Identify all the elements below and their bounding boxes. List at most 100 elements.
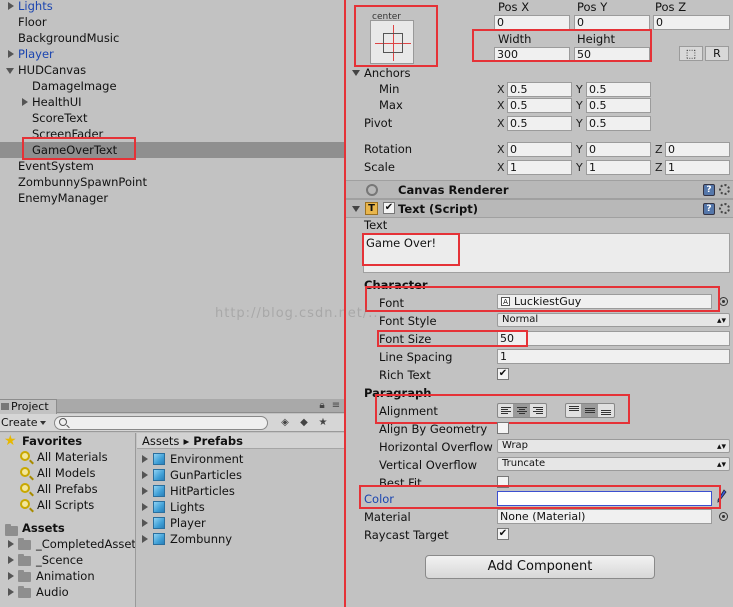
gear-icon[interactable] — [719, 184, 730, 195]
prefab-item[interactable]: Environment — [170, 451, 243, 467]
assets-folder-item[interactable]: _Scence — [36, 552, 83, 568]
best-fit-checkbox[interactable] — [497, 476, 509, 488]
favorites-item[interactable]: All Materials — [37, 449, 108, 465]
add-component-button[interactable]: Add Component — [425, 555, 655, 579]
breadcrumb-root[interactable]: Assets — [142, 434, 179, 448]
pos-x-field[interactable]: 0 — [494, 15, 570, 30]
anchor-presets-button[interactable]: center — [350, 10, 432, 64]
text-value-textarea[interactable]: Game Over! — [363, 233, 730, 273]
scale-x-field[interactable]: 1 — [507, 160, 572, 175]
expand-arrow-right-icon[interactable] — [8, 588, 14, 596]
hierarchy-item[interactable]: HealthUI — [0, 94, 345, 110]
font-object-field[interactable]: A LuckiestGuy — [497, 294, 712, 309]
gear-icon[interactable] — [719, 203, 730, 214]
expand-arrow-right-icon[interactable] — [142, 519, 148, 527]
expand-arrow-right-icon[interactable] — [8, 50, 14, 58]
expand-arrow-right-icon[interactable] — [22, 98, 28, 106]
expand-arrow-right-icon[interactable] — [8, 572, 14, 580]
prefab-item[interactable]: HitParticles — [170, 483, 235, 499]
material-object-field[interactable]: None (Material) — [497, 509, 712, 524]
favorites-header[interactable]: Favorites — [22, 433, 82, 449]
anchor-max-x-field[interactable]: 0.5 — [507, 98, 572, 113]
rotation-y-field[interactable]: 0 — [586, 142, 651, 157]
line-spacing-field[interactable]: 1 — [497, 349, 730, 364]
hierarchy-item[interactable]: Lights — [0, 0, 345, 14]
expand-arrow-down-icon[interactable] — [6, 68, 14, 74]
raycast-target-checkbox[interactable]: ✔ — [497, 528, 509, 540]
expand-arrow-right-icon[interactable] — [142, 455, 148, 463]
expand-arrow-right-icon[interactable] — [142, 471, 148, 479]
assets-folder-item[interactable]: Animation — [36, 568, 95, 584]
hierarchy-item[interactable]: ScreenFader — [0, 126, 345, 142]
expand-arrow-right-icon[interactable] — [8, 540, 14, 548]
width-field[interactable]: 300 — [494, 47, 570, 62]
lock-icon[interactable]: 🔒︎ — [315, 400, 329, 412]
hierarchy-item[interactable]: EnemyManager — [0, 190, 345, 206]
expand-arrow-right-icon[interactable] — [8, 2, 14, 10]
color-swatch-field[interactable] — [497, 491, 712, 506]
pos-z-field[interactable]: 0 — [653, 15, 730, 30]
hierarchy-item[interactable]: ZombunnySpawnPoint — [0, 174, 345, 190]
expand-arrow-right-icon[interactable] — [142, 503, 148, 511]
rotation-x-field[interactable]: 0 — [507, 142, 572, 157]
font-size-field[interactable]: 50 — [497, 331, 730, 346]
anchor-max-y-field[interactable]: 0.5 — [586, 98, 651, 113]
favorite-star-icon[interactable]: ★ — [316, 417, 330, 429]
favorites-item[interactable]: All Prefabs — [37, 481, 98, 497]
scale-z-field[interactable]: 1 — [665, 160, 730, 175]
align-right-button[interactable] — [530, 404, 546, 417]
favorites-item[interactable]: All Scripts — [37, 497, 94, 513]
filter-by-type-icon[interactable]: ◈ — [278, 417, 292, 429]
help-icon[interactable]: ? — [703, 184, 715, 196]
tab-project[interactable]: Project — [0, 399, 57, 414]
raw-edit-mode-button[interactable]: R — [705, 46, 729, 61]
rotation-z-field[interactable]: 0 — [665, 142, 730, 157]
anchors-foldout-icon[interactable] — [352, 70, 360, 76]
favorites-item[interactable]: All Models — [37, 465, 95, 481]
font-style-dropdown[interactable]: Normal ▴▾ — [497, 313, 730, 327]
prefab-item[interactable]: GunParticles — [170, 467, 242, 483]
hierarchy-item[interactable]: Floor — [0, 14, 345, 30]
text-enabled-checkbox[interactable]: ✔ — [383, 202, 395, 214]
align-by-geometry-checkbox[interactable] — [497, 422, 509, 434]
assets-folder-item[interactable]: Audio — [36, 584, 69, 600]
hierarchy-item[interactable]: BackgroundMusic — [0, 30, 345, 46]
expand-arrow-right-icon[interactable] — [142, 487, 148, 495]
filter-by-label-icon[interactable]: ◆ — [297, 417, 311, 429]
object-picker-icon[interactable] — [719, 297, 728, 306]
horizontal-overflow-dropdown[interactable]: Wrap ▴▾ — [497, 439, 730, 453]
align-top-button[interactable] — [566, 404, 582, 417]
project-search-input[interactable] — [54, 416, 268, 430]
hierarchy-item[interactable]: EventSystem — [0, 158, 345, 174]
text-script-foldout-icon[interactable] — [352, 206, 360, 212]
pivot-x-field[interactable]: 0.5 — [507, 116, 572, 131]
align-center-button[interactable] — [514, 404, 530, 417]
text-script-header[interactable]: T ✔ Text (Script) ? — [346, 199, 733, 218]
expand-arrow-right-icon[interactable] — [8, 556, 14, 564]
prefab-item[interactable]: Player — [170, 515, 206, 531]
rich-text-checkbox[interactable]: ✔ — [497, 368, 509, 380]
hierarchy-item[interactable]: ScoreText — [0, 110, 345, 126]
eyedropper-icon[interactable] — [717, 489, 727, 503]
hierarchy-item[interactable]: GameOverText — [0, 142, 345, 158]
object-picker-icon[interactable] — [719, 512, 728, 521]
assets-folder-item[interactable]: _CompletedAsset — [36, 536, 135, 552]
pivot-y-field[interactable]: 0.5 — [586, 116, 651, 131]
anchor-min-x-field[interactable]: 0.5 — [507, 82, 572, 97]
pos-y-field[interactable]: 0 — [574, 15, 650, 30]
hierarchy-item[interactable]: Player — [0, 46, 345, 62]
scale-y-field[interactable]: 1 — [586, 160, 651, 175]
prefab-item[interactable]: Zombunny — [170, 531, 232, 547]
anchor-min-y-field[interactable]: 0.5 — [586, 82, 651, 97]
align-middle-button[interactable] — [582, 404, 598, 417]
align-bottom-button[interactable] — [598, 404, 614, 417]
height-field[interactable]: 50 — [574, 47, 650, 62]
hierarchy-item[interactable]: HUDCanvas — [0, 62, 345, 78]
breadcrumb-current[interactable]: Prefabs — [193, 434, 243, 448]
canvas-renderer-header[interactable]: Canvas Renderer ? — [346, 180, 733, 199]
prefab-item[interactable]: Lights — [170, 499, 205, 515]
help-icon[interactable]: ? — [703, 203, 715, 215]
align-left-button[interactable] — [498, 404, 514, 417]
blueprint-mode-button[interactable]: ⬚ — [679, 46, 703, 61]
expand-arrow-right-icon[interactable] — [142, 535, 148, 543]
